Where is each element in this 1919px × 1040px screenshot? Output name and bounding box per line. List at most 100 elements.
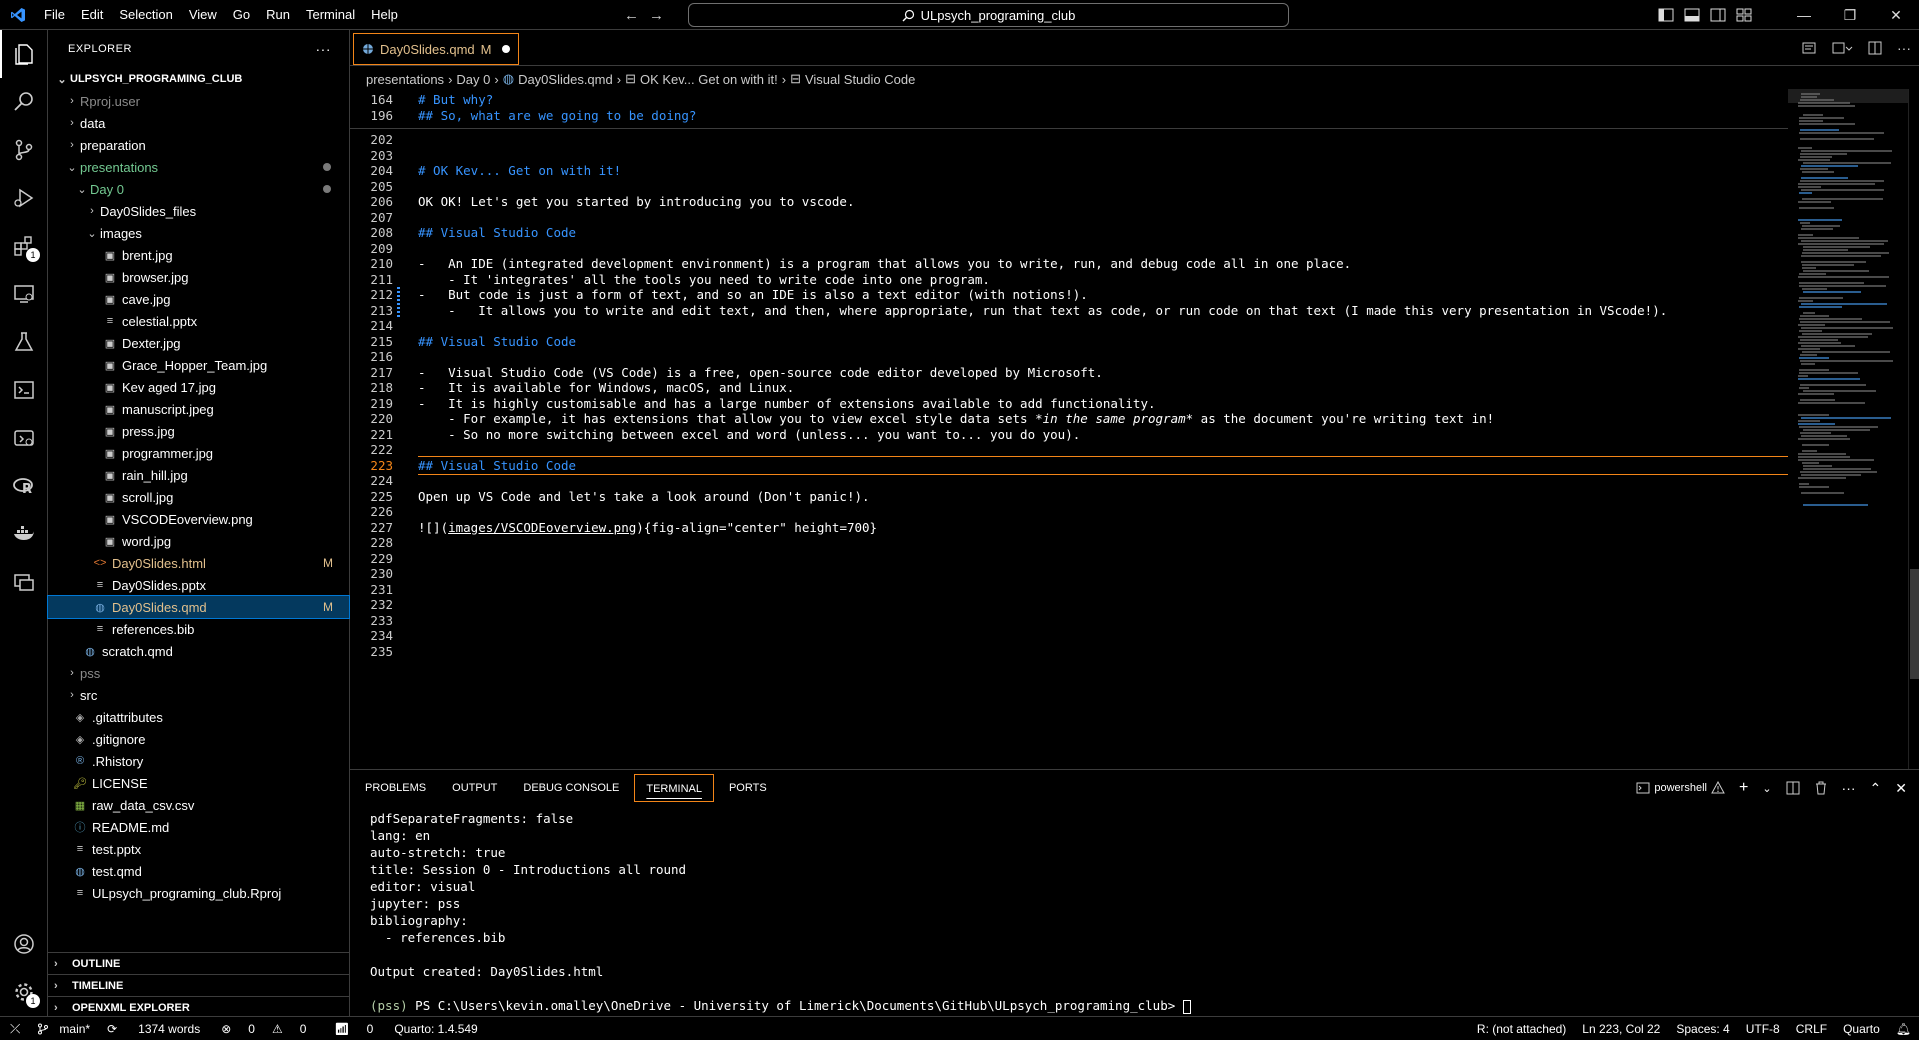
settings-gear-icon[interactable]: 1 <box>0 968 48 1016</box>
menu-item-view[interactable]: View <box>181 0 225 30</box>
tab-output[interactable]: OUTPUT <box>441 774 508 802</box>
code-line[interactable]: Open up VS Code and let's take a look ar… <box>418 489 870 504</box>
tree-item[interactable]: ▣ Grace_Hopper_Team.jpg <box>48 354 349 376</box>
toggle-secondary-sidebar-icon[interactable] <box>1705 0 1731 30</box>
breadcrumb-item[interactable]: presentations <box>366 72 444 87</box>
tree-item[interactable]: ® .Rhistory <box>48 750 349 772</box>
editor-scrollbar[interactable] <box>1908 89 1919 769</box>
tree-item[interactable]: ◍ scratch.qmd <box>48 640 349 662</box>
live-share-icon[interactable] <box>0 558 48 606</box>
sticky-heading[interactable]: # But why? <box>418 92 493 107</box>
remote-indicator-icon[interactable]: ⤫ <box>0 1021 30 1037</box>
tree-item[interactable]: ⓘ README.md <box>48 816 349 838</box>
r-language-icon[interactable]: R <box>0 462 48 510</box>
unsaved-dot-icon[interactable] <box>501 45 510 53</box>
tree-item[interactable]: › preparation <box>48 134 349 156</box>
minimap-viewport[interactable] <box>1788 89 1908 103</box>
tree-item[interactable]: ≡ references.bib <box>48 618 349 640</box>
code-line[interactable]: ## Visual Studio Code <box>418 225 576 240</box>
editor-scrollbar-thumb[interactable] <box>1910 569 1919 679</box>
accounts-icon[interactable] <box>0 920 48 968</box>
tree-item[interactable]: ▣ brent.jpg <box>48 244 349 266</box>
tree-item[interactable]: ◍ Day0Slides.qmd M <box>47 595 350 619</box>
close-panel-icon[interactable]: ✕ <box>1895 780 1907 797</box>
tree-item[interactable]: ▣ press.jpg <box>48 420 349 442</box>
terminal-icon[interactable] <box>0 366 48 414</box>
restore-button[interactable]: ❐ <box>1827 0 1873 30</box>
command-center-search[interactable]: ULpsych_programing_club <box>688 3 1289 27</box>
tree-item[interactable]: ▣ Kev aged 17.jpg <box>48 376 349 398</box>
extensions-icon[interactable]: 1 <box>0 222 48 270</box>
menu-item-go[interactable]: Go <box>225 0 258 30</box>
outline-section[interactable]: › OUTLINE <box>48 952 349 974</box>
new-terminal-plus-icon[interactable]: + <box>1739 779 1748 797</box>
menu-item-run[interactable]: Run <box>258 0 298 30</box>
maximize-panel-chevron-up-icon[interactable]: ⌃ <box>1870 780 1882 797</box>
search-icon[interactable] <box>0 78 48 126</box>
tree-item[interactable]: ≡ Day0Slides.pptx <box>48 574 349 596</box>
r-session-status[interactable]: R: (not attached) <box>1469 1022 1574 1036</box>
code-line[interactable]: - It 'integrates' all the tools you need… <box>418 272 990 287</box>
terminal-shell-selector[interactable]: powershell <box>1636 781 1725 795</box>
tree-item[interactable]: ◍ test.qmd <box>48 860 349 882</box>
breadcrumb-item[interactable]: Visual Studio Code <box>805 72 915 87</box>
code-line[interactable]: OK OK! Let's get you started by introduc… <box>418 194 855 209</box>
code-editor[interactable]: 202 203 204 # OK Kev... Get on with it! 205 2… <box>350 89 1919 769</box>
close-window-button[interactable]: ✕ <box>1873 0 1919 30</box>
source-control-icon[interactable] <box>0 126 48 174</box>
tree-item[interactable]: › data <box>48 112 349 134</box>
word-count[interactable]: 1374 words <box>131 1022 207 1036</box>
tree-item[interactable]: ▣ scroll.jpg <box>48 486 349 508</box>
code-line[interactable]: - So no more switching between excel and… <box>418 427 1080 442</box>
more-actions-icon[interactable]: ··· <box>1897 40 1911 56</box>
tree-item[interactable]: › pss <box>48 662 349 684</box>
end-of-line[interactable]: CRLF <box>1788 1022 1835 1036</box>
tree-item[interactable]: ▣ manuscript.jpeg <box>48 398 349 420</box>
tab-problems[interactable]: PROBLEMS <box>354 774 437 802</box>
timeline-section[interactable]: › TIMELINE <box>48 974 349 996</box>
ports-status[interactable]: 📶︎ 0 <box>320 1022 387 1036</box>
explorer-more-actions-icon[interactable]: ··· <box>316 41 332 57</box>
tab-day0slides-qmd[interactable]: Day0Slides.qmd M <box>353 33 519 65</box>
breadcrumb-item[interactable]: OK Kev... Get on with it! <box>640 72 778 87</box>
code-line[interactable]: # OK Kev... Get on with it! <box>418 163 621 178</box>
notifications-bell-icon[interactable]: 🔔︎ <box>1888 1022 1919 1036</box>
tab-terminal[interactable]: TERMINAL <box>634 774 714 802</box>
forward-arrow-icon[interactable]: → <box>649 7 664 24</box>
code-line[interactable]: - But code is just a form of text, and s… <box>418 287 1088 302</box>
code-line[interactable]: - An IDE (integrated development environ… <box>418 256 1351 271</box>
minimap[interactable] <box>1788 89 1908 769</box>
chevron-down-icon[interactable]: ⌄ <box>1762 782 1771 795</box>
preview-icon[interactable] <box>1801 40 1817 56</box>
terminal-output[interactable]: pdfSeparateFragments: false lang: en auto-… <box>370 810 1191 1014</box>
tree-item[interactable]: <> Day0Slides.html M <box>48 552 349 574</box>
tree-item[interactable]: ◈ .gitignore <box>48 728 349 750</box>
split-terminal-icon[interactable] <box>1786 781 1800 795</box>
containers-icon[interactable] <box>0 414 48 462</box>
explorer-icon[interactable] <box>0 30 48 78</box>
tree-item[interactable]: ≡ test.pptx <box>48 838 349 860</box>
tree-item[interactable]: ▣ browser.jpg <box>48 266 349 288</box>
testing-icon[interactable] <box>0 318 48 366</box>
tree-item[interactable]: ≡ ULpsych_programing_club.Rproj <box>48 882 349 904</box>
tree-item[interactable]: ▣ word.jpg <box>48 530 349 552</box>
toggle-primary-sidebar-icon[interactable] <box>1653 0 1679 30</box>
code-line[interactable]: ## Visual Studio Code <box>418 334 576 349</box>
indentation[interactable]: Spaces: 4 <box>1668 1022 1737 1036</box>
tree-item[interactable]: ▦ raw_data_csv.csv <box>48 794 349 816</box>
breadcrumb-item[interactable]: Day 0 <box>456 72 490 87</box>
menu-item-file[interactable]: File <box>36 0 73 30</box>
tree-item[interactable]: ▣ VSCODEoverview.png <box>48 508 349 530</box>
customize-layout-icon[interactable] <box>1731 0 1757 30</box>
tree-item[interactable]: ⌄ presentations <box>48 156 349 178</box>
language-mode[interactable]: Quarto <box>1835 1022 1888 1036</box>
workspace-root[interactable]: ⌄ ULPSYCH_PROGRAMING_CLUB <box>48 68 349 90</box>
run-dropdown-icon[interactable] <box>1831 40 1853 56</box>
menu-item-terminal[interactable]: Terminal <box>298 0 363 30</box>
tab-debug-console[interactable]: DEBUG CONSOLE <box>512 774 630 802</box>
terminal-scrollbar[interactable] <box>1910 810 1913 1010</box>
split-editor-icon[interactable] <box>1867 40 1883 56</box>
tree-item[interactable]: 🔑︎ LICENSE <box>48 772 349 794</box>
tree-item[interactable]: ◈ .gitattributes <box>48 706 349 728</box>
tree-item[interactable]: ▣ Dexter.jpg <box>48 332 349 354</box>
